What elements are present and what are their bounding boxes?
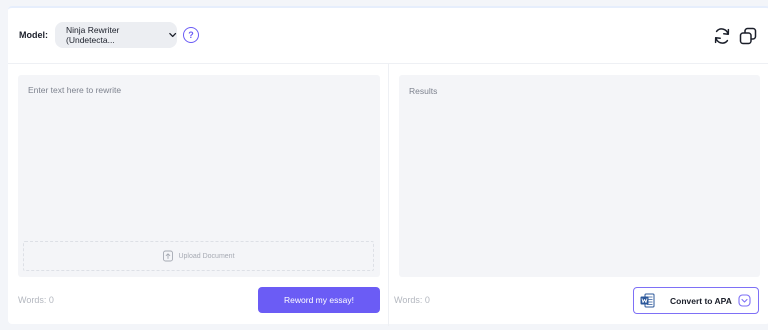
model-label: Model: bbox=[19, 30, 48, 40]
chevron-down-icon bbox=[168, 32, 176, 38]
refresh-icon[interactable] bbox=[712, 26, 732, 46]
rewriter-app: Model: Ninja Rewriter (Undetecta... ? En… bbox=[8, 6, 768, 326]
upload-document-button[interactable]: Upload Document bbox=[23, 241, 374, 271]
convert-to-apa-button[interactable]: Convert to APA bbox=[633, 287, 759, 314]
copy-icon[interactable] bbox=[738, 26, 758, 46]
help-icon[interactable]: ? bbox=[183, 27, 199, 43]
model-select[interactable]: Ninja Rewriter (Undetecta... bbox=[55, 22, 177, 48]
toolbar: Model: Ninja Rewriter (Undetecta... ? bbox=[8, 8, 768, 64]
rewrite-input[interactable] bbox=[18, 75, 380, 235]
panel-divider bbox=[388, 64, 389, 326]
upload-document-label: Upload Document bbox=[178, 252, 235, 260]
input-panel: Upload Document bbox=[18, 75, 380, 277]
results-panel: Results bbox=[399, 75, 760, 277]
convert-to-apa-label: Convert to APA bbox=[670, 296, 732, 306]
reword-button[interactable]: Reword my essay! bbox=[258, 287, 380, 313]
upload-file-icon bbox=[163, 250, 174, 262]
results-label: Results bbox=[409, 86, 438, 96]
input-word-count: Words: 0 bbox=[18, 295, 54, 305]
chevron-badge-icon bbox=[738, 294, 751, 307]
word-doc-icon bbox=[640, 293, 655, 308]
model-select-value: Ninja Rewriter (Undetecta... bbox=[66, 25, 120, 45]
results-word-count: Words: 0 bbox=[394, 295, 430, 305]
